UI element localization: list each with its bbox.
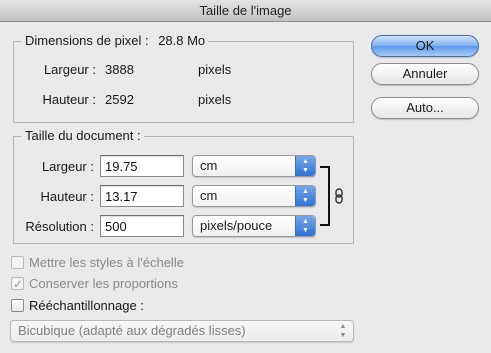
auto-button[interactable]: Auto... (371, 97, 479, 119)
scale-styles-option[interactable]: Mettre les styles à l'échelle (11, 255, 184, 273)
up-down-arrows-icon: ▲ ▼ (295, 216, 315, 236)
resample-checkbox[interactable] (11, 299, 24, 312)
pixel-width-label: Largeur : (43, 62, 96, 77)
resolution-unit-select[interactable]: pixels/pouce ▲ ▼ (192, 215, 316, 237)
scale-styles-checkbox[interactable] (11, 256, 24, 269)
doc-height-label: Hauteur : (40, 189, 94, 204)
doc-width-unit-select[interactable]: cm ▲ ▼ (192, 155, 316, 177)
resolution-label: Résolution : (25, 219, 94, 234)
image-size-dialog: Taille de l'image Dimensions de pixel : … (0, 0, 491, 353)
chain-link-icon (334, 188, 344, 207)
resample-method-value: Bicubique (adapté aux dégradés lisses) (18, 323, 246, 338)
pixel-dimensions-legend: Dimensions de pixel : 28.8 Mo (22, 33, 209, 48)
doc-width-label: Largeur : (41, 159, 94, 174)
pixel-width-unit: pixels (198, 62, 232, 77)
document-size-legend: Taille du document : (22, 128, 144, 143)
constrain-proportions-option[interactable]: ✓ Conserver les proportions (11, 276, 178, 294)
cancel-button[interactable]: Annuler (371, 63, 479, 85)
scale-styles-label: Mettre les styles à l'échelle (29, 255, 184, 270)
ok-button[interactable]: OK (371, 35, 479, 57)
constrain-proportions-checkbox[interactable]: ✓ (11, 277, 24, 290)
pixel-height-unit: pixels (198, 92, 232, 107)
up-down-arrows-icon: ▲ ▼ (295, 186, 315, 206)
resolution-unit-value: pixels/pouce (200, 218, 273, 233)
resample-label: Rééchantillonnage : (29, 298, 144, 313)
checkmark-icon: ✓ (13, 277, 24, 291)
pixel-height-value: 2592 (105, 92, 134, 107)
doc-height-unit-select[interactable]: cm ▲ ▼ (192, 185, 316, 207)
pixel-dimensions-group (13, 41, 354, 123)
doc-height-input[interactable] (100, 185, 184, 207)
up-down-arrows-icon: ▲ ▼ (339, 323, 347, 339)
up-down-arrows-icon: ▲ ▼ (295, 156, 315, 176)
resample-option[interactable]: Rééchantillonnage : (11, 298, 144, 316)
constrain-proportions-label: Conserver les proportions (29, 276, 178, 291)
doc-height-unit-value: cm (200, 188, 218, 203)
pixel-dimensions-size: 28.8 Mo (158, 33, 206, 48)
doc-width-unit-value: cm (200, 158, 218, 173)
pixel-height-label: Hauteur : (42, 92, 96, 107)
constrain-link-bracket (320, 166, 330, 226)
resolution-input[interactable] (100, 215, 184, 237)
pixel-dimensions-label: Dimensions de pixel : (25, 33, 149, 48)
window-title: Taille de l'image (0, 0, 491, 22)
resample-method-select[interactable]: Bicubique (adapté aux dégradés lisses) ▲… (10, 320, 354, 342)
doc-width-input[interactable] (100, 155, 184, 177)
pixel-width-value: 3888 (105, 62, 134, 77)
